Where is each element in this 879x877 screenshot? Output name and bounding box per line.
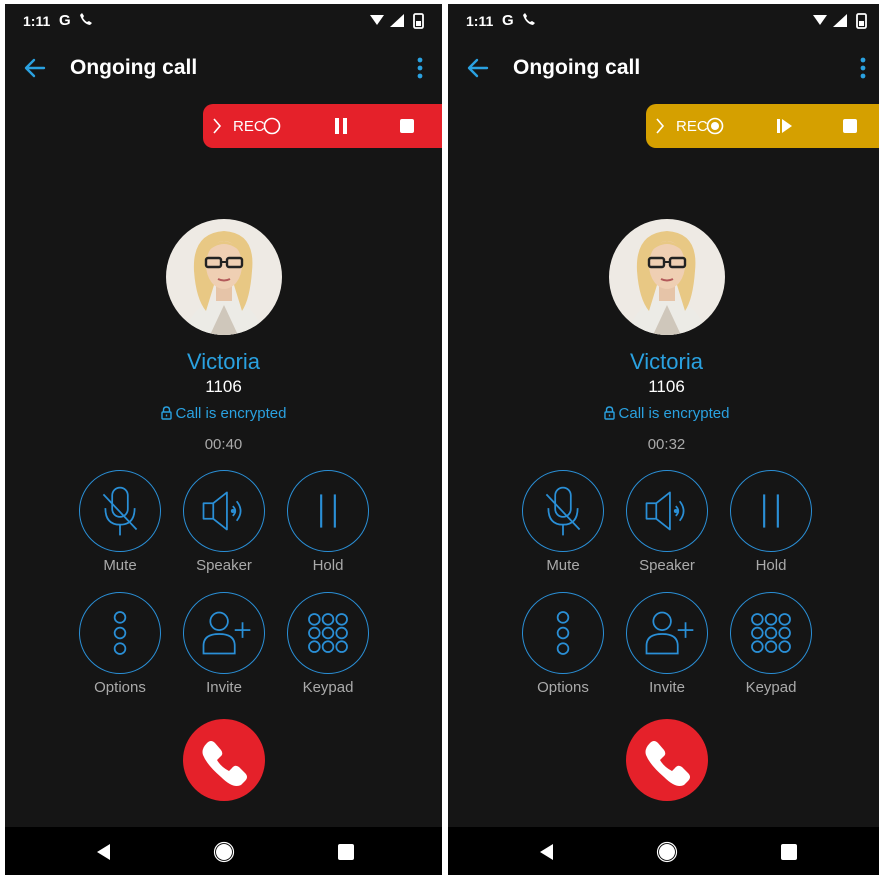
rec-label: REC [676,118,708,135]
hold-label: Hold [755,557,787,574]
app-bar: Ongoing call [5,44,442,94]
speaker-button[interactable] [183,470,265,552]
nav-back-icon[interactable] [536,841,558,863]
mute-button[interactable] [522,470,604,552]
lock-icon [160,406,172,420]
wifi-call-icon [523,13,535,25]
stop-icon[interactable] [842,118,858,134]
pause-icon[interactable] [331,116,351,136]
end-call-button[interactable] [183,719,265,801]
navigation-bar [5,827,442,875]
speaker-label: Speaker [196,557,252,574]
options-label: Options [537,679,589,696]
hold-icon [763,494,779,528]
options-button[interactable] [79,592,161,674]
end-call-button[interactable] [626,719,708,801]
page-title: Ongoing call [513,56,641,79]
mic-off-icon [545,486,581,536]
contact-name: Victoria [187,349,260,374]
wifi-call-icon [80,13,92,25]
call-duration: 00:32 [647,436,686,453]
status-time: 1:11 [23,13,51,29]
page-title: Ongoing call [70,56,198,79]
hold-label: Hold [312,557,344,574]
navigation-bar [448,827,879,875]
recording-bar: REC [646,104,879,148]
encryption-status: Call is encrypted [448,405,879,422]
speaker-icon [645,491,685,531]
invite-label: Invite [206,679,242,696]
keypad-button[interactable] [287,592,369,674]
phone-screen-paused: 1:11 G Ongoing call REC Victoria 1106 Ca… [448,4,879,875]
resume-icon[interactable] [774,116,794,136]
invite-label: Invite [649,679,685,696]
more-vert-icon[interactable] [414,56,426,80]
phone-screen-recording: 1:11 G Ongoing call REC Victoria 1106 Ca… [5,4,442,875]
end-call-icon [202,741,247,786]
lock-icon [603,406,615,420]
options-button[interactable] [522,592,604,674]
status-bar: 1:11 G [5,4,442,40]
add-person-icon [645,611,694,655]
recording-bar: REC [203,104,442,148]
keypad-icon [308,613,348,653]
record-ring-icon [263,117,281,135]
invite-button[interactable] [626,592,708,674]
call-duration: 00:40 [204,436,243,453]
keypad-label: Keypad [745,679,797,696]
status-bar: 1:11 G [448,4,879,40]
options-icon [113,611,127,655]
stop-icon[interactable] [399,118,415,134]
contact-extension: 1106 [648,377,685,396]
google-icon: G [59,12,71,29]
google-icon: G [502,12,514,29]
nav-back-icon[interactable] [93,841,115,863]
options-icon [556,611,570,655]
encryption-label: Call is encrypted [175,405,287,422]
contact-extension: 1106 [205,377,242,396]
keypad-button[interactable] [730,592,812,674]
chevron-right-icon[interactable] [654,116,666,136]
avatar [166,219,282,335]
chevron-right-icon[interactable] [211,116,223,136]
keypad-label: Keypad [302,679,354,696]
system-status-icons [370,13,424,29]
nav-home-icon[interactable] [213,841,235,863]
rec-label: REC [233,118,265,135]
nav-recents-icon[interactable] [778,841,800,863]
mute-button[interactable] [79,470,161,552]
hold-button[interactable] [287,470,369,552]
speaker-icon [202,491,242,531]
avatar [609,219,725,335]
nav-home-icon[interactable] [656,841,678,863]
options-label: Options [94,679,146,696]
back-arrow-icon[interactable] [464,54,492,82]
end-call-icon [645,741,690,786]
encryption-label: Call is encrypted [618,405,730,422]
speaker-button[interactable] [626,470,708,552]
invite-button[interactable] [183,592,265,674]
record-ring-icon [706,117,724,135]
add-person-icon [202,611,251,655]
system-status-icons [813,13,867,29]
status-time: 1:11 [466,13,494,29]
keypad-icon [751,613,791,653]
back-arrow-icon[interactable] [21,54,49,82]
speaker-label: Speaker [639,557,695,574]
nav-recents-icon[interactable] [335,841,357,863]
mute-label: Mute [103,557,137,574]
encryption-status: Call is encrypted [5,405,442,422]
more-vert-icon[interactable] [857,56,869,80]
hold-icon [320,494,336,528]
mic-off-icon [102,486,138,536]
hold-button[interactable] [730,470,812,552]
app-bar: Ongoing call [448,44,879,94]
contact-name: Victoria [630,349,703,374]
mute-label: Mute [546,557,580,574]
